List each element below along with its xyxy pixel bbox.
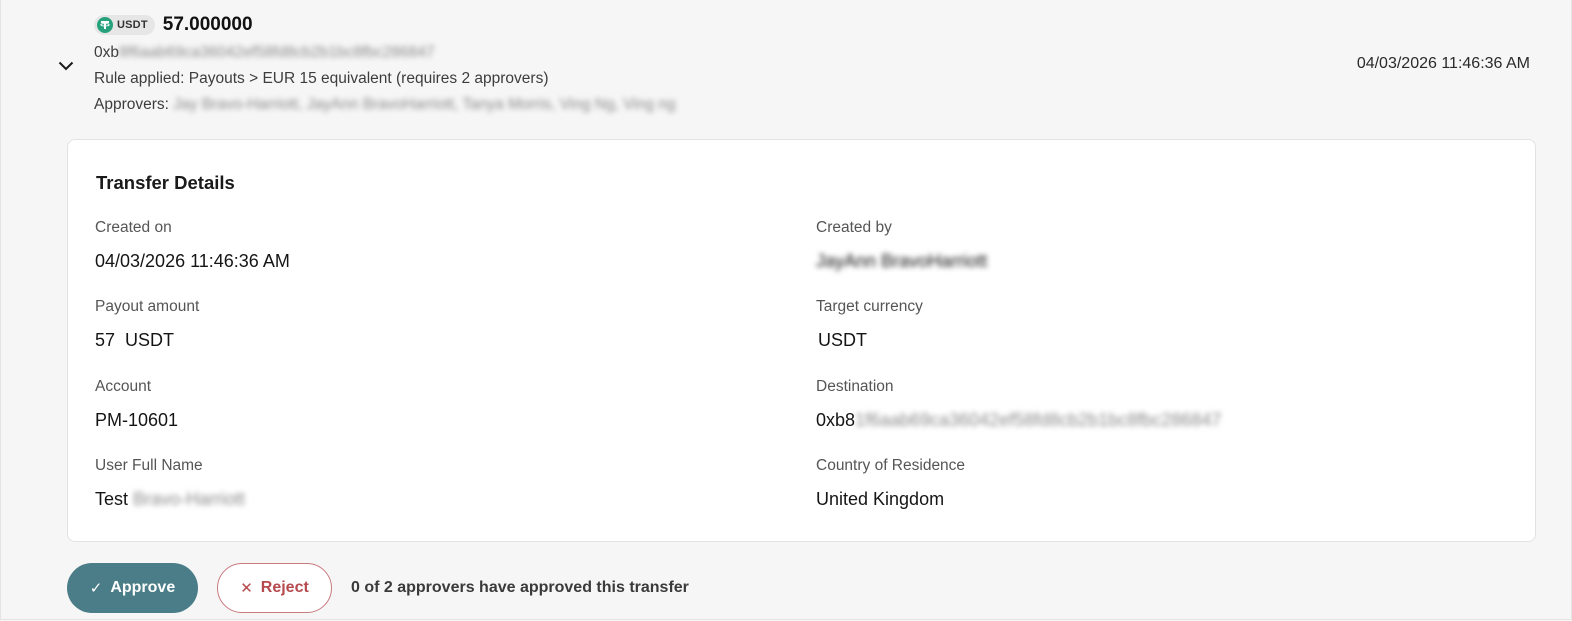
field-value: PM-10601 [95, 410, 179, 430]
field-user-full-name: User Full Name Test Bravo-Harriott [95, 456, 245, 510]
approvers-label: Approvers: [94, 96, 169, 113]
field-value: 0xb81f6aab69ca36042ef58fd8cb2b1bc8fbc286… [816, 409, 1221, 431]
action-bar: ✓ Approve ✕ Reject 0 of 2 approvers have… [67, 563, 689, 613]
reject-button[interactable]: ✕ Reject [217, 563, 332, 613]
field-target-currency: Target currency USDT [816, 297, 923, 351]
field-value: USDT [818, 330, 867, 350]
user-first-name: Test [95, 489, 129, 509]
transfer-summary: USDT 57.000000 0xb8f6aab69ca36042ef58fd8… [94, 12, 676, 118]
field-value-redacted: JayAnn BravoHarriott [816, 251, 988, 271]
token-symbol: USDT [117, 19, 148, 31]
approve-button[interactable]: ✓ Approve [67, 563, 198, 613]
rule-applied: Rule applied: Payouts > EUR 15 equivalen… [94, 70, 549, 87]
transfer-timestamp: 04/03/2026 11:46:36 AM [1356, 55, 1530, 72]
destination-prefix: 0xb8 [816, 410, 856, 430]
transfer-amount: 57.000000 [162, 14, 253, 35]
field-created-on: Created on 04/03/2026 11:46:36 AM [95, 218, 290, 272]
field-country: Country of Residence United Kingdom [816, 456, 965, 510]
approve-label: Approve [110, 579, 176, 596]
wallet-address-redacted: 8f6aab69ca36042ef58fd8cb2b1bc8fbc286847 [119, 44, 435, 61]
wallet-address-prefix: 0xb [94, 44, 119, 61]
field-label: Created on [95, 219, 172, 236]
field-account: Account PM-10601 [95, 377, 178, 431]
close-icon: ✕ [240, 580, 253, 597]
field-label: Destination [816, 378, 894, 395]
collapse-chevron-icon[interactable] [56, 57, 76, 75]
field-destination: Destination 0xb81f6aab69ca36042ef58fd8cb… [816, 377, 1221, 431]
card-title: Transfer Details [96, 172, 235, 193]
field-label: Account [95, 378, 152, 395]
field-value: Test Bravo-Harriott [95, 488, 245, 510]
field-value: United Kingdom [816, 489, 945, 509]
field-label: Country of Residence [816, 457, 966, 474]
user-last-name-redacted: Bravo-Harriott [133, 489, 246, 509]
field-value: 04/03/2026 11:46:36 AM [95, 251, 290, 271]
field-payout-amount: Payout amount 57 USDT [95, 297, 199, 351]
wallet-address: 0xb8f6aab69ca36042ef58fd8cb2b1bc8fbc2868… [94, 40, 676, 66]
check-icon: ✓ [89, 580, 103, 597]
field-label: Created by [816, 219, 892, 236]
approval-status: 0 of 2 approvers have approved this tran… [351, 579, 689, 596]
field-label: User Full Name [95, 457, 203, 474]
approvers-line: Approvers: Jay Bravo-Harriott, JayAnn Br… [94, 92, 676, 118]
field-value: 57 USDT [95, 330, 175, 350]
field-label: Target currency [816, 298, 923, 315]
tether-icon [97, 17, 113, 33]
transfer-details-card: Transfer Details Created on 04/03/2026 1… [67, 139, 1536, 542]
field-created-by: Created by JayAnn BravoHarriott [816, 218, 987, 272]
destination-redacted: 1f6aab69ca36042ef58fd8cb2b1bc8fbc286847 [855, 410, 1222, 430]
reject-label: Reject [260, 579, 309, 596]
token-badge: USDT [94, 15, 155, 35]
field-label: Payout amount [95, 298, 200, 315]
approvers-list-redacted: Jay Bravo-Harriott, JayAnn BravoHarriott… [173, 96, 676, 113]
